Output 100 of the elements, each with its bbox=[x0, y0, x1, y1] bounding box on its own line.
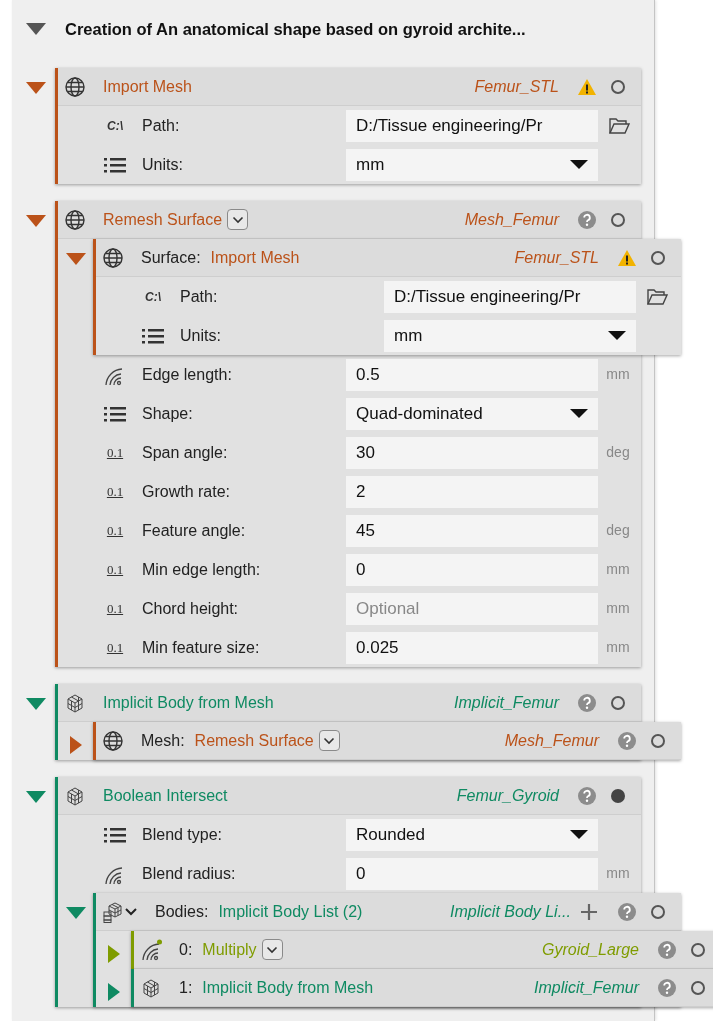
dropdown-field[interactable]: Rounded bbox=[346, 818, 598, 851]
caret-icon bbox=[608, 330, 626, 341]
output-indicator[interactable] bbox=[689, 940, 707, 959]
list-icon bbox=[103, 155, 127, 174]
tree-title: Creation of An anatomical shape based on gyroid archite... bbox=[65, 18, 526, 40]
unit-label: mm bbox=[605, 560, 631, 579]
drive-icon: C:\ bbox=[145, 287, 161, 306]
field-label: 0: bbox=[179, 939, 193, 960]
node-name: Import Mesh bbox=[210, 247, 300, 268]
input-field[interactable]: Optional bbox=[346, 592, 598, 625]
drive-icon: C:\ bbox=[107, 116, 123, 135]
node-name: Remesh Surface bbox=[103, 209, 223, 230]
output-indicator[interactable] bbox=[689, 978, 707, 997]
add-icon[interactable] bbox=[579, 901, 599, 922]
folder-icon[interactable] bbox=[646, 286, 668, 307]
variable-name: Gyroid_Large bbox=[541, 939, 639, 960]
chevron-icon[interactable] bbox=[124, 906, 138, 917]
field-label: Min feature size: bbox=[142, 637, 261, 658]
variable-name: Femur_Gyroid bbox=[455, 785, 559, 806]
unit-label: mm bbox=[605, 864, 631, 883]
collapse-toggle[interactable] bbox=[26, 698, 46, 710]
unit-label: mm bbox=[605, 638, 631, 657]
input-field[interactable]: 0.025 bbox=[346, 631, 598, 664]
input-field[interactable]: 45 bbox=[346, 514, 598, 547]
collapse-toggle[interactable] bbox=[26, 215, 46, 227]
output-indicator[interactable] bbox=[609, 786, 627, 805]
input-field[interactable]: 30 bbox=[346, 436, 598, 469]
globe-icon bbox=[102, 729, 124, 752]
list-icon bbox=[103, 825, 127, 844]
field-label: Path: bbox=[142, 115, 181, 136]
decimal-icon: 0.1 bbox=[106, 520, 124, 541]
collapse-toggle[interactable] bbox=[26, 791, 46, 803]
field-label: Blend radius: bbox=[142, 863, 237, 884]
output-indicator[interactable] bbox=[649, 902, 667, 921]
expand-toggle[interactable] bbox=[107, 945, 120, 963]
input-field[interactable]: 0 bbox=[346, 553, 598, 586]
globe-icon bbox=[64, 208, 86, 231]
help-icon[interactable] bbox=[577, 692, 597, 713]
caret-icon bbox=[570, 829, 588, 840]
field-label: Feature angle: bbox=[142, 520, 247, 541]
output-indicator[interactable] bbox=[609, 77, 627, 96]
output-indicator[interactable] bbox=[609, 210, 627, 229]
decimal-icon: 0.1 bbox=[106, 481, 124, 502]
expand-toggle[interactable] bbox=[107, 983, 120, 1001]
help-icon[interactable] bbox=[577, 209, 597, 230]
cube-stack-icon bbox=[102, 900, 124, 923]
collapse-toggle[interactable] bbox=[65, 907, 86, 919]
dropdown-field[interactable]: mm bbox=[384, 319, 636, 352]
field-label: Shape: bbox=[142, 403, 194, 424]
dropdown-field[interactable]: mm bbox=[346, 148, 598, 181]
field-label: Edge length: bbox=[142, 364, 233, 385]
chevron-icon bbox=[266, 945, 279, 954]
dropdown-field[interactable]: Quad-dominated bbox=[346, 397, 598, 430]
help-icon[interactable] bbox=[617, 730, 637, 751]
input-field[interactable]: 0.5 bbox=[346, 358, 598, 391]
field-label: Surface: bbox=[141, 247, 201, 268]
variable-name: Implicit_Femur bbox=[533, 977, 639, 998]
field-label: Min edge length: bbox=[142, 559, 262, 580]
chevron-icon bbox=[323, 736, 336, 745]
field-label: Mesh: bbox=[141, 730, 185, 751]
decimal-icon: 0.1 bbox=[106, 559, 124, 580]
help-icon[interactable] bbox=[577, 785, 597, 806]
field-label: Chord height: bbox=[142, 598, 240, 619]
output-indicator[interactable] bbox=[609, 693, 627, 712]
output-indicator[interactable] bbox=[649, 731, 667, 750]
decimal-icon: 0.1 bbox=[106, 637, 124, 658]
input-field[interactable]: D:/Tissue engineering/Pr bbox=[384, 280, 636, 313]
folder-icon[interactable] bbox=[608, 115, 630, 136]
collapse-toggle[interactable] bbox=[65, 253, 86, 265]
decimal-icon: 0.1 bbox=[106, 442, 124, 463]
arcs-icon bbox=[140, 938, 162, 961]
dropdown-button[interactable] bbox=[318, 730, 340, 751]
unit-label: deg bbox=[605, 521, 631, 540]
field-label: Bodies: bbox=[155, 901, 209, 922]
field-label: Growth rate: bbox=[142, 481, 232, 502]
input-field[interactable]: 2 bbox=[346, 475, 598, 508]
node-name: Implicit Body from Mesh bbox=[103, 692, 274, 713]
collapse-toggle[interactable] bbox=[26, 23, 46, 35]
field-label: 1: bbox=[179, 977, 193, 998]
dropdown-button[interactable] bbox=[227, 209, 249, 230]
help-icon[interactable] bbox=[657, 939, 677, 960]
variable-name: Mesh_Femur bbox=[503, 730, 599, 751]
variable-name: Femur_STL bbox=[473, 76, 559, 97]
help-icon[interactable] bbox=[617, 901, 637, 922]
expand-toggle[interactable] bbox=[69, 736, 82, 754]
input-field[interactable]: 0 bbox=[346, 857, 598, 890]
help-icon[interactable] bbox=[657, 977, 677, 998]
field-label: Units: bbox=[142, 154, 184, 175]
node-name: Implicit Body List (2) bbox=[218, 901, 363, 922]
unit-label: deg bbox=[605, 443, 631, 462]
globe-icon bbox=[64, 75, 86, 98]
variable-name: Implicit_Femur bbox=[453, 692, 559, 713]
variable-name: Femur_STL bbox=[513, 247, 599, 268]
field-label: Units: bbox=[180, 325, 222, 346]
variable-name: Implicit Body Li... bbox=[449, 901, 571, 922]
dropdown-button[interactable] bbox=[261, 939, 283, 960]
list-icon bbox=[103, 404, 127, 423]
output-indicator[interactable] bbox=[649, 248, 667, 267]
input-field[interactable]: D:/Tissue engineering/Pr bbox=[346, 109, 598, 142]
collapse-toggle[interactable] bbox=[26, 82, 46, 94]
